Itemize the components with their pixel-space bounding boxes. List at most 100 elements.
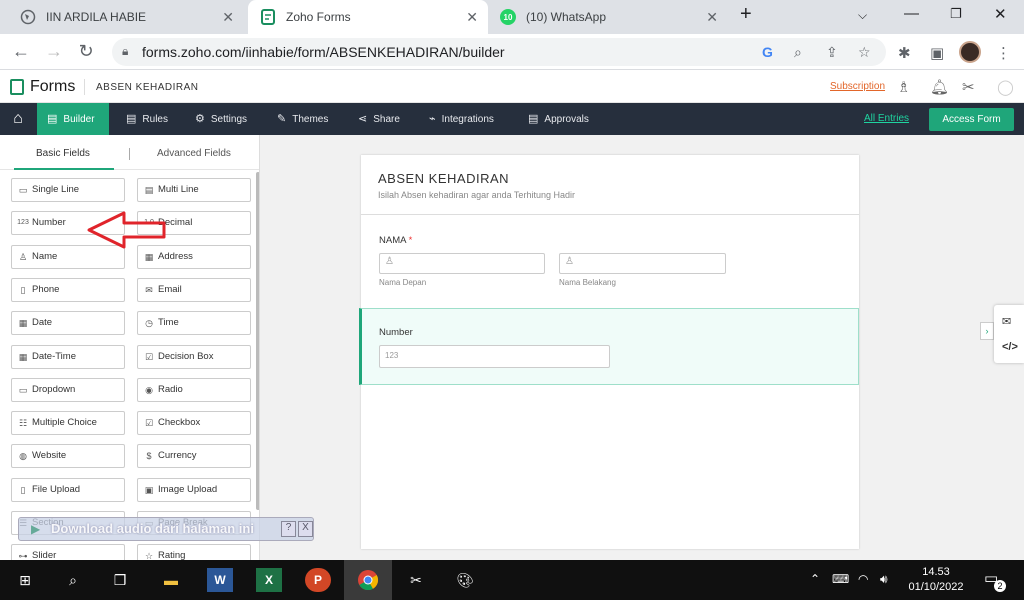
tab-approvals[interactable]: ▤ Approvals — [528, 103, 589, 135]
field-type-icon: ☆ — [144, 551, 154, 560]
home-icon[interactable]: ⌂ — [0, 103, 36, 135]
field-rating[interactable]: ☆ Rating — [137, 544, 251, 560]
share-page-icon[interactable]: ⇪ — [826, 44, 838, 61]
forms-logo[interactable]: Forms — [10, 78, 75, 96]
chrome-icon[interactable] — [344, 560, 392, 600]
browser-tab-zoho-forms[interactable]: Zoho Forms ✕ — [248, 0, 488, 34]
reload-icon[interactable]: ↻ — [75, 41, 97, 62]
field-radio[interactable]: ◉ Radio — [137, 377, 251, 402]
tools-icon[interactable]: ✂ — [962, 78, 975, 96]
new-tab-icon[interactable]: + — [740, 3, 752, 26]
field-type-icon: ♙ — [18, 251, 28, 262]
excel-icon[interactable]: X — [256, 568, 282, 592]
back-icon[interactable]: ← — [10, 41, 32, 62]
plug-icon: ⌁ — [429, 113, 436, 125]
zoom-icon[interactable]: ⌕ — [794, 44, 802, 61]
access-form-button[interactable]: Access Form — [929, 108, 1014, 131]
bookmark-star-icon[interactable]: ☆ — [858, 44, 871, 61]
keyboard-icon[interactable]: ⌨ — [832, 572, 849, 586]
gear-icon: ⚙ — [195, 113, 205, 125]
tab-rules[interactable]: ▤ Rules — [126, 103, 168, 135]
system-clock[interactable]: 14.53 01/10/2022 — [906, 565, 966, 595]
field-currency[interactable]: $ Currency — [137, 444, 251, 469]
task-view-icon[interactable]: ❒ — [107, 568, 133, 592]
paint-icon[interactable]: 🎨︎ — [452, 568, 478, 592]
field-dropdown[interactable]: ▭ Dropdown — [11, 377, 125, 402]
file-explorer-icon[interactable]: ▬ — [158, 568, 184, 592]
form-title: ABSEN KEHADIRAN — [378, 171, 510, 186]
field-website[interactable]: ◍ Website — [11, 444, 125, 469]
subscription-link[interactable]: Subscription — [830, 81, 885, 92]
chevron-down-icon[interactable]: ⌵ — [858, 8, 867, 23]
help-icon[interactable]: ? — [281, 521, 296, 537]
field-time[interactable]: ◷ Time — [137, 311, 251, 336]
field-checkbox[interactable]: ☑ Checkbox — [137, 411, 251, 436]
browser-tab-whatsapp[interactable]: 10 (10) WhatsApp ✕ — [488, 0, 728, 34]
first-name-input[interactable]: ♙ — [379, 253, 545, 274]
field-phone[interactable]: ▯ Phone — [11, 277, 125, 302]
tab-share[interactable]: ⋖ Share — [358, 103, 400, 135]
approval-icon: ▤ — [528, 113, 539, 125]
extensions-icon[interactable]: ✱ — [898, 44, 911, 62]
field-multiple-choice[interactable]: ☷ Multiple Choice — [11, 411, 125, 436]
close-popup-icon[interactable]: X — [298, 521, 313, 537]
field-date-time[interactable]: ▦ Date-Time — [11, 344, 125, 369]
tab-themes[interactable]: ✎ Themes — [277, 103, 328, 135]
tab-integrations[interactable]: ⌁ Integrations — [429, 103, 494, 135]
audio-download-text[interactable]: Download audio dari halaman ini — [51, 521, 254, 536]
play-icon: ▶ — [31, 522, 41, 536]
field-slider[interactable]: ⊶ Slider — [11, 544, 125, 560]
profile-avatar[interactable] — [959, 41, 981, 63]
field-decision-box[interactable]: ☑ Decision Box — [137, 344, 251, 369]
tab-advanced-fields[interactable]: Advanced Fields — [157, 148, 231, 159]
users-icon[interactable]: ♗ — [897, 78, 910, 96]
windows-start-icon[interactable]: ⊞ — [12, 568, 38, 592]
field-email[interactable]: ✉ Email — [137, 277, 251, 302]
audio-download-bar[interactable]: ▶ Download audio dari halaman ini ? X — [18, 517, 314, 541]
url-bar[interactable]: 🔒︎ forms.zoho.com/iinhabie/form/ABSENKEH… — [112, 38, 886, 66]
clock-date: 01/10/2022 — [908, 581, 964, 593]
restore-icon[interactable]: ❐ — [950, 6, 962, 22]
number-field-block[interactable]: Number 123 — [359, 308, 859, 385]
tab-settings[interactable]: ⚙ Settings — [195, 103, 247, 135]
browser-tab-iin[interactable]: IIN ARDILA HABIE ✕ — [8, 0, 244, 34]
user-icon[interactable]: ◯ — [997, 78, 1014, 96]
form-header[interactable]: ABSEN KEHADIRAN Isilah Absen kehadiran a… — [361, 155, 859, 215]
search-icon[interactable]: ⌕ — [60, 568, 86, 592]
volume-icon[interactable]: 🔊︎ — [880, 572, 888, 587]
word-icon[interactable]: W — [207, 568, 233, 592]
powerpoint-icon[interactable]: P — [305, 568, 331, 592]
field-image-upload[interactable]: ▣ Image Upload — [137, 477, 251, 502]
tab-builder[interactable]: ▤ Builder — [37, 103, 109, 135]
code-embed-icon[interactable]: </> — [1002, 341, 1018, 353]
field-type-icon: ☑ — [144, 418, 154, 429]
notification-count: 2 — [994, 580, 1006, 592]
all-entries-link[interactable]: All Entries — [864, 113, 909, 124]
last-name-input[interactable]: ♙ — [559, 253, 726, 274]
field-date[interactable]: ▦ Date — [11, 311, 125, 336]
field-label: Number — [32, 217, 66, 229]
panel-scrollbar[interactable] — [256, 172, 259, 510]
field-type-icon: ▭ — [18, 185, 28, 195]
close-tab-icon[interactable]: ✕ — [466, 9, 478, 26]
mail-settings-icon[interactable]: ✉ — [1002, 315, 1011, 328]
google-icon[interactable]: G — [762, 44, 773, 60]
field-file-upload[interactable]: ▯ File Upload — [11, 477, 125, 502]
wifi-icon[interactable]: ◠ — [858, 572, 868, 586]
side-panel-icon[interactable]: ▣ — [930, 44, 944, 62]
number-input[interactable]: 123 — [379, 345, 610, 368]
close-window-icon[interactable]: ✕ — [994, 5, 1007, 23]
bell-icon[interactable]: 🔔︎ — [930, 78, 949, 96]
tab-basic-fields[interactable]: Basic Fields — [36, 148, 90, 159]
field-label: Rating — [158, 550, 186, 560]
field-single-line[interactable]: ▭ Single Line — [11, 178, 125, 202]
close-tab-icon[interactable]: ✕ — [706, 9, 718, 26]
more-menu-icon[interactable]: ⋮ — [996, 44, 1011, 62]
close-tab-icon[interactable]: ✕ — [222, 9, 234, 26]
expand-panel-icon[interactable]: › — [980, 322, 994, 340]
minimize-icon[interactable]: — — [904, 5, 919, 22]
field-multi-line[interactable]: ▤ Multi Line — [137, 178, 251, 202]
snipping-tool-icon[interactable]: ✂ — [403, 568, 429, 592]
forward-icon[interactable]: → — [43, 41, 65, 62]
show-hidden-icons[interactable]: ⌃ — [810, 572, 820, 586]
